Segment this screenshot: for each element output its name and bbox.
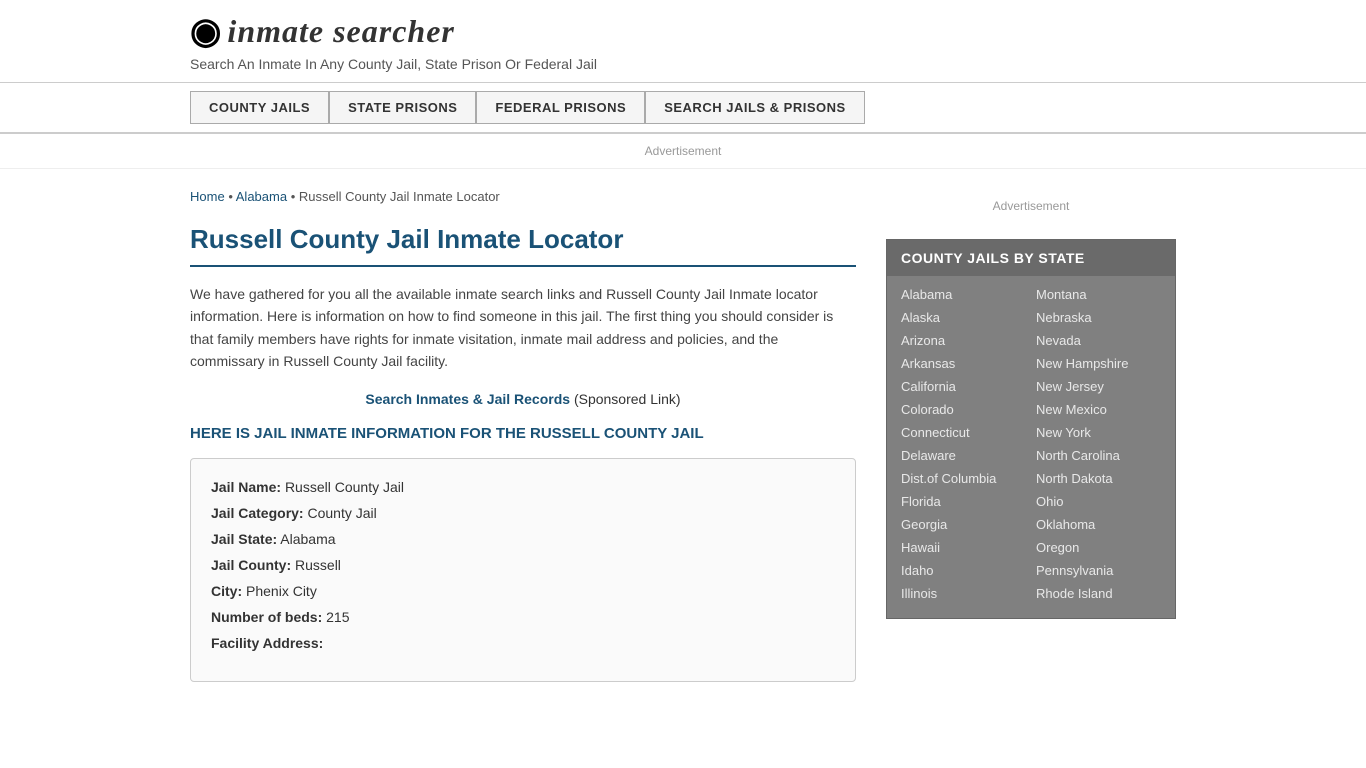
state-link[interactable]: Pennsylvania: [1036, 560, 1161, 581]
jail-city-value: Phenix City: [246, 583, 317, 599]
state-link[interactable]: North Dakota: [1036, 468, 1161, 489]
jail-beds-row: Number of beds: 215: [211, 609, 835, 625]
nav-federal-prisons[interactable]: FEDERAL PRISONS: [476, 91, 645, 124]
state-link[interactable]: New Jersey: [1036, 376, 1161, 397]
breadcrumb: Home • Alabama • Russell County Jail Inm…: [190, 189, 856, 204]
ad-banner: Advertisement: [0, 134, 1366, 169]
state-link[interactable]: Dist.of Columbia: [901, 468, 1026, 489]
jail-name-row: Jail Name: Russell County Jail: [211, 479, 835, 495]
state-link[interactable]: Illinois: [901, 583, 1026, 604]
logo-area: ◉ inmate searcher: [190, 10, 1176, 52]
state-link[interactable]: Hawaii: [901, 537, 1026, 558]
state-link[interactable]: New Hampshire: [1036, 353, 1161, 374]
breadcrumb-state[interactable]: Alabama: [236, 189, 287, 204]
logo-icon: ◉: [190, 10, 221, 52]
description: We have gathered for you all the availab…: [190, 283, 856, 373]
info-box: Jail Name: Russell County Jail Jail Cate…: [190, 458, 856, 682]
content-area: Home • Alabama • Russell County Jail Inm…: [190, 169, 856, 702]
state-link[interactable]: New York: [1036, 422, 1161, 443]
section-heading: HERE IS JAIL INMATE INFORMATION FOR THE …: [190, 425, 856, 442]
page-title: Russell County Jail Inmate Locator: [190, 224, 856, 267]
jail-city-row: City: Phenix City: [211, 583, 835, 599]
jail-state-label: Jail State:: [211, 531, 277, 547]
sponsored-link-area: Search Inmates & Jail Records (Sponsored…: [190, 391, 856, 407]
state-box-title: COUNTY JAILS BY STATE: [887, 240, 1175, 276]
jail-county-row: Jail County: Russell: [211, 557, 835, 573]
sponsored-label: (Sponsored Link): [574, 391, 681, 407]
jail-county-value: Russell: [295, 557, 341, 573]
jail-category-row: Jail Category: County Jail: [211, 505, 835, 521]
state-grid: Alabama Montana Alaska Nebraska Arizona Nevad…: [887, 276, 1175, 618]
jail-category-value: County Jail: [307, 505, 376, 521]
breadcrumb-home[interactable]: Home: [190, 189, 225, 204]
state-link[interactable]: Arkansas: [901, 353, 1026, 374]
jail-address-row: Facility Address:: [211, 635, 835, 651]
state-link[interactable]: Connecticut: [901, 422, 1026, 443]
state-link[interactable]: Arizona: [901, 330, 1026, 351]
state-link[interactable]: Oregon: [1036, 537, 1161, 558]
nav-bar: COUNTY JAILS STATE PRISONS FEDERAL PRISO…: [0, 83, 1366, 134]
state-box: COUNTY JAILS BY STATE Alabama Montana Alas…: [886, 239, 1176, 619]
jail-state-row: Jail State: Alabama: [211, 531, 835, 547]
jail-name-value: Russell County Jail: [285, 479, 404, 495]
sidebar: Advertisement COUNTY JAILS BY STATE Alab…: [886, 169, 1176, 702]
state-link[interactable]: Colorado: [901, 399, 1026, 420]
jail-category-label: Jail Category:: [211, 505, 304, 521]
state-link[interactable]: Alabama: [901, 284, 1026, 305]
jail-state-value: Alabama: [280, 531, 335, 547]
tagline: Search An Inmate In Any County Jail, Sta…: [190, 56, 1176, 72]
jail-address-label: Facility Address:: [211, 635, 323, 651]
state-link[interactable]: North Carolina: [1036, 445, 1161, 466]
logo-text: inmate searcher: [227, 13, 454, 50]
state-link[interactable]: Nevada: [1036, 330, 1161, 351]
sidebar-ad: Advertisement: [886, 189, 1176, 223]
jail-beds-value: 215: [326, 609, 349, 625]
state-link[interactable]: Montana: [1036, 284, 1161, 305]
main-content: Home • Alabama • Russell County Jail Inm…: [0, 169, 1366, 702]
jail-county-label: Jail County:: [211, 557, 291, 573]
state-link[interactable]: Idaho: [901, 560, 1026, 581]
jail-city-label: City:: [211, 583, 242, 599]
state-link[interactable]: California: [901, 376, 1026, 397]
nav-county-jails[interactable]: COUNTY JAILS: [190, 91, 329, 124]
state-link[interactable]: Oklahoma: [1036, 514, 1161, 535]
nav-search-jails[interactable]: SEARCH JAILS & PRISONS: [645, 91, 864, 124]
sponsored-link[interactable]: Search Inmates & Jail Records: [365, 391, 570, 407]
breadcrumb-current: Russell County Jail Inmate Locator: [299, 189, 500, 204]
header: ◉ inmate searcher Search An Inmate In An…: [0, 0, 1366, 83]
state-link[interactable]: New Mexico: [1036, 399, 1161, 420]
state-link[interactable]: Alaska: [901, 307, 1026, 328]
jail-beds-label: Number of beds:: [211, 609, 322, 625]
state-link[interactable]: Florida: [901, 491, 1026, 512]
state-link[interactable]: Nebraska: [1036, 307, 1161, 328]
jail-name-label: Jail Name:: [211, 479, 281, 495]
state-link[interactable]: Rhode Island: [1036, 583, 1161, 604]
nav-state-prisons[interactable]: STATE PRISONS: [329, 91, 476, 124]
state-link[interactable]: Ohio: [1036, 491, 1161, 512]
state-link[interactable]: Delaware: [901, 445, 1026, 466]
state-link[interactable]: Georgia: [901, 514, 1026, 535]
